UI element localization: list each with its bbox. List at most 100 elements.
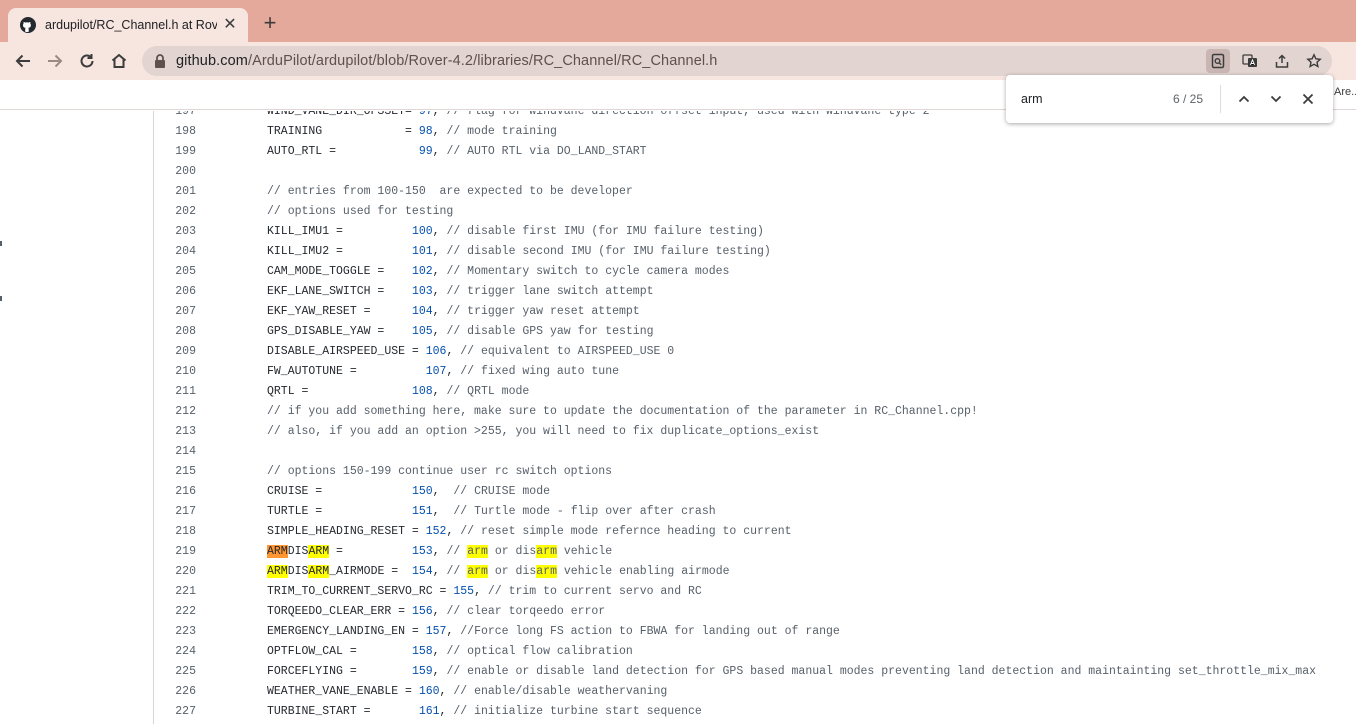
code-token: 97 [418,111,433,118]
url-text[interactable]: github.com/ArduPilot/ardupilot/blob/Rove… [176,53,717,69]
code-token: // trim to current servo and RC [487,585,702,598]
code-token: , [446,345,461,358]
line-number[interactable]: 214 [154,442,196,462]
code-token: DIS [287,545,309,558]
line-number[interactable]: 222 [154,602,196,622]
bookmark-item[interactable]: Are... [1334,86,1356,98]
code-token: // QRTL mode [446,385,530,398]
new-tab-button[interactable]: + [260,12,280,34]
line-number[interactable]: 224 [154,642,196,662]
line-number[interactable]: 210 [154,362,196,382]
browser-tab[interactable]: ardupilot/RC_Channel.h at Rover-4.2 ✕ [8,8,248,42]
code-token: // disable GPS yaw for testing [446,325,654,338]
find-next-button[interactable] [1264,87,1288,111]
code-token: 154 [411,565,433,578]
code-token: , [432,265,447,278]
line-number[interactable]: 198 [154,122,196,142]
line-number[interactable]: 204 [154,242,196,262]
code-token: 150 [411,485,433,498]
line-number[interactable]: 202 [154,202,196,222]
reload-button[interactable] [75,49,99,73]
code-line: 205 CAM_MODE_TOGGLE = 102, // Momentary s… [154,262,1354,282]
bookmark-star-button[interactable] [1302,49,1326,73]
line-code: TRAINING = 98, // mode training [267,122,557,142]
address-bar[interactable]: github.com/ArduPilot/ardupilot/blob/Rove… [142,46,1332,76]
back-button[interactable] [11,49,35,73]
line-number[interactable]: 221 [154,582,196,602]
line-number[interactable]: 226 [154,682,196,702]
code-line: 220 ARMDISARM_AIRMODE = 154, // arm or di… [154,562,1354,582]
star-icon [1306,53,1322,68]
line-code: ARMDISARM = 153, // arm or disarm vehicl… [267,542,612,562]
code-token: SIMPLE_HEADING_RESET = [267,525,426,538]
code-token: AUTO_RTL = [267,145,419,158]
code-token: WEATHER_VANE_ENABLE = [267,685,419,698]
home-button[interactable] [107,49,131,73]
find-page-icon [1211,53,1225,69]
forward-button[interactable] [43,49,67,73]
code-token: // CRUISE mode [453,485,550,498]
code-token: , [432,305,447,318]
lock-icon[interactable] [152,53,168,69]
line-number[interactable]: 220 [154,562,196,582]
line-number[interactable]: 205 [154,262,196,282]
code-line: 202 // options used for testing [154,202,1354,222]
code-line: 201 // entries from 100-150 are expected … [154,182,1354,202]
line-number[interactable]: 207 [154,302,196,322]
line-number[interactable]: 223 [154,622,196,642]
code-line: 224 OPTFLOW_CAL = 158, // optical flow ca… [154,642,1354,662]
line-number[interactable]: 213 [154,422,196,442]
code-token: 161 [418,705,440,718]
find-close-button[interactable] [1296,87,1320,111]
code-token: // AUTO RTL via DO_LAND_START [446,145,647,158]
code-token: , [446,625,461,638]
line-number[interactable]: 219 [154,542,196,562]
line-number[interactable]: 206 [154,282,196,302]
code-token: 103 [411,285,433,298]
line-number[interactable]: 203 [154,222,196,242]
code-token: vehicle enabling airmode [556,565,730,578]
code-token: TORQEEDO_CLEAR_ERR = [267,605,412,618]
line-number[interactable]: 217 [154,502,196,522]
line-number[interactable]: 200 [154,162,196,182]
close-icon [1302,93,1314,105]
code-line: 208 GPS_DISABLE_YAW = 105, // disable GPS… [154,322,1354,342]
share-button[interactable] [1270,49,1294,73]
line-number[interactable]: 218 [154,522,196,542]
line-number[interactable]: 201 [154,182,196,202]
code-token: or dis [487,545,537,558]
line-number[interactable]: 211 [154,382,196,402]
translate-button[interactable] [1238,49,1262,73]
line-code: GPS_DISABLE_YAW = 105, // disable GPS ya… [267,322,654,342]
line-number[interactable]: 208 [154,322,196,342]
code-token: // also, if you add an option >255, you … [267,425,820,438]
line-number[interactable]: 225 [154,662,196,682]
line-number[interactable]: 212 [154,402,196,422]
line-code: FW_AUTOTUNE = 107, // fixed wing auto tu… [267,362,619,382]
line-number[interactable]: 197 [154,111,196,122]
line-code: // options 150-199 continue user rc swit… [267,462,612,482]
translate-icon [1242,54,1257,67]
line-number[interactable]: 216 [154,482,196,502]
line-number[interactable]: 215 [154,462,196,482]
line-number[interactable]: 199 [154,142,196,162]
line-code: CAM_MODE_TOGGLE = 102, // Momentary swit… [267,262,729,282]
code-token: // entries from 100-150 are expected to … [267,185,633,198]
code-token: , [432,245,447,258]
code-token: , [432,545,447,558]
code-token: 153 [411,545,433,558]
code-token: GPS_DISABLE_YAW = [267,325,412,338]
find-previous-button[interactable] [1232,87,1256,111]
line-number[interactable]: 227 [154,702,196,722]
close-icon[interactable]: ✕ [222,17,238,33]
search-match: arm [536,565,557,578]
line-number[interactable]: 209 [154,342,196,362]
chevron-up-icon [1238,95,1250,103]
home-icon [111,53,127,68]
code-token: // clear torqeedo error [446,605,606,618]
code-token: // [446,565,468,578]
find-in-page-button[interactable] [1206,49,1230,73]
code-token: TURBINE_START = [267,705,419,718]
code-token: // fixed wing auto tune [460,365,619,378]
find-input[interactable]: arm [1021,92,1043,106]
